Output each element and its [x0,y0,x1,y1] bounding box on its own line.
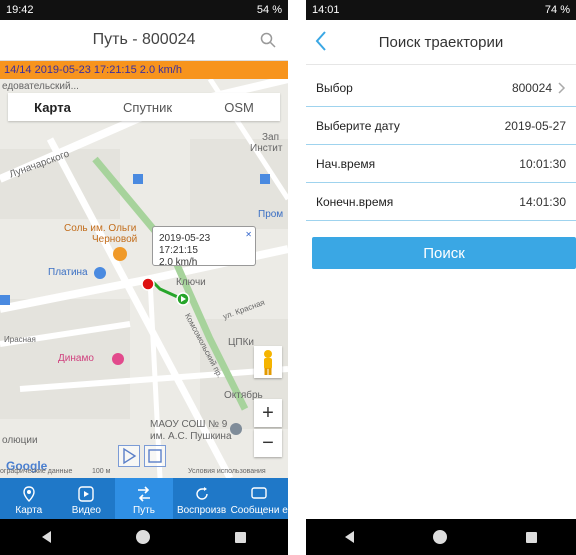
page-title: Поиск траектории [378,33,504,51]
tab-label: Карта [15,505,43,516]
row-value: 800024 [511,80,552,95]
street-view-icon[interactable] [254,346,282,378]
info-popup: ✕ 2019-05-23 17:21:15 2.0 km/h [152,226,256,268]
tab-label: Сообщени е [230,505,288,516]
map-scale: 100 м [92,468,111,475]
system-nav-bar [0,519,288,555]
back-nav-icon[interactable] [42,531,52,543]
row-label: Выбор [316,80,353,95]
status-time: 19:42 [6,4,34,16]
track-info-bar: 14/14 2019-05-23 17:21:15 2.0 km/h [0,61,288,79]
tab-map[interactable]: Карта [34,100,71,115]
map-roads [0,79,288,478]
map-label: Ирасная [4,335,36,344]
tab-video[interactable]: Видео [58,478,116,519]
status-battery: 54 % [256,4,282,16]
playback-controls [118,445,170,469]
map-terms-link[interactable]: Условия использования [188,468,266,475]
tab-messages[interactable]: Сообщени е [230,478,288,519]
row-select-date[interactable]: Выберите дату 2019-05-27 [306,107,576,145]
map-label: МАОУ СОШ № 9 [150,419,228,430]
search-button[interactable]: Поиск [312,237,576,269]
play-button[interactable] [118,445,140,467]
popup-speed: 2.0 km/h [159,257,198,268]
tab-map-bottom[interactable]: Карта [0,478,58,519]
row-label: Нач.время [316,156,376,171]
map-type-tabs: Карта Спутник OSM [8,93,280,121]
tab-osm[interactable]: OSM [224,100,254,115]
video-icon [78,486,95,502]
map-label: Динамо [58,353,94,364]
zoom-in-button[interactable]: + [254,399,282,427]
row-start-time[interactable]: Нач.время 10:01:30 [306,145,576,183]
tab-label: Воспроизв [176,505,227,516]
title-bar: Путь - 800024 [0,20,288,61]
message-icon [251,487,267,499]
row-value: 2019-05-27 [504,118,566,133]
row-select-device[interactable]: Выбор 800024 [306,69,576,107]
row-end-time[interactable]: Конечн.время 14:01:30 [306,183,576,221]
map-label: Соль им. Ольги [64,223,137,234]
row-label: Выберите дату [316,118,400,133]
map-label: едовательский... [2,81,79,92]
map-label: Черновой [92,234,138,245]
back-nav-icon[interactable] [345,531,355,543]
stop-button[interactable] [144,445,166,467]
location-pin-icon [23,486,35,502]
right-screen: 14:01 74 % Поиск траектории Выбор 800024… [306,0,576,555]
map-view[interactable]: едовательский... Луначарского Соль им. О… [0,79,288,478]
zoom-out-button[interactable]: − [254,429,282,457]
chevron-right-icon [558,81,566,94]
search-icon[interactable] [260,32,276,48]
map-label: ЦПКи [228,337,254,348]
recent-apps-icon[interactable] [525,531,537,543]
page-title: Путь - 800024 [92,31,196,48]
tab-label: Видео [71,505,101,516]
map-label: Платина [48,267,88,278]
system-nav-bar [306,519,576,555]
back-arrow-icon[interactable] [314,30,328,52]
left-screen: 19:42 54 % Путь - 800024 14/14 2019-05-2… [0,0,288,555]
map-label: Инстит [250,143,283,154]
tab-playback[interactable]: Воспроизв [173,478,231,519]
tab-satellite[interactable]: Спутник [123,100,172,115]
home-nav-icon[interactable] [432,530,447,544]
popup-datetime: 2019-05-23 17:21:15 [159,233,211,256]
map-label: Зап [262,132,280,143]
close-icon[interactable]: ✕ [245,229,252,241]
status-bar: 19:42 54 % [0,0,288,20]
status-battery: 74 % [544,4,570,16]
replay-icon [195,487,208,500]
tab-label: Путь [132,505,155,516]
route-icon [137,486,150,502]
map-label: Ключи [176,277,206,288]
row-value: 10:01:30 [519,156,566,171]
map-attribution: ографические данные [0,468,73,475]
bottom-tab-bar: Карта Видео Путь Воспроизв Сообщени е [0,478,288,519]
recent-apps-icon[interactable] [234,531,246,543]
row-value: 14:01:30 [519,194,566,209]
home-nav-icon[interactable] [135,530,150,544]
status-time: 14:01 [312,4,340,16]
title-bar: Поиск траектории [306,20,576,65]
status-bar: 14:01 74 % [306,0,576,20]
map-label: им. А.С. Пушкина [150,431,232,442]
tab-track[interactable]: Путь [115,478,173,519]
row-label: Конечн.время [316,194,394,209]
map-label: олюции [2,435,38,446]
map-label: Пром [258,209,284,220]
